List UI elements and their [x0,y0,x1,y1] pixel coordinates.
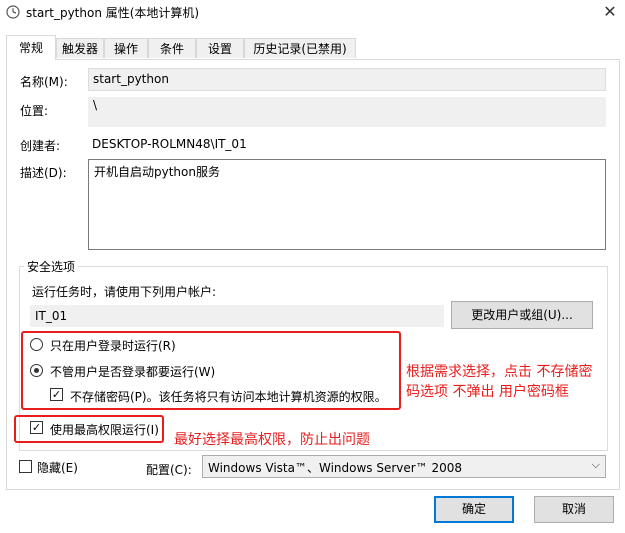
description-textarea[interactable]: 开机自启动python服务 [88,159,606,250]
ok-button[interactable]: 确定 [434,496,514,523]
name-label: 名称(M): [20,75,68,89]
name-field[interactable]: start_python [88,68,606,91]
run-as-label: 运行任务时，请使用下列用户帐户: [32,285,217,299]
annotation-note-1-line1: 根据需求选择，点击 不存储密 [406,364,593,380]
change-user-button[interactable]: 更改用户或组(U)... [451,301,593,329]
annotation-note-2: 最好选择最高权限，防止出问题 [174,432,370,448]
config-select-value: Windows Vista™、Windows Server™ 2008 [208,461,463,475]
title-bar: start_python 属性(本地计算机) ✕ [0,0,625,26]
config-label: 配置(C): [146,463,192,477]
clock-task-icon [6,5,20,19]
tab-settings[interactable]: 设置 [196,38,244,58]
hidden-label[interactable]: 隐藏(E) [37,459,78,476]
chevron-down-icon: ⌵ [591,458,600,471]
tab-actions[interactable]: 操作 [104,38,148,58]
radio-whether-label[interactable]: 不管用户是否登录都要运行(W) [50,363,215,380]
config-select[interactable]: Windows Vista™、Windows Server™ 2008 ⌵ [202,455,606,478]
close-button[interactable]: ✕ [596,0,624,24]
close-icon: ✕ [603,2,617,21]
checkbox-highest-privileges[interactable]: ✓ [30,421,43,434]
checkmark-icon: ✓ [51,388,62,401]
author-label: 创建者: [20,139,61,153]
location-field: \ [88,97,606,127]
window-title: start_python 属性(本地计算机) [26,6,200,20]
checkbox-no-store-password[interactable]: ✓ [50,388,63,401]
radio-selected-dot [34,368,39,373]
cancel-button[interactable]: 取消 [534,496,614,523]
location-label: 位置: [20,104,49,118]
tab-triggers[interactable]: 触发器 [56,38,104,58]
checkmark-icon: ✓ [31,421,42,434]
radio-whether-logged-on[interactable] [30,364,43,377]
radio-logged-on-label[interactable]: 只在用户登录时运行(R) [50,337,176,354]
no-store-password-label[interactable]: 不存储密码(P)。该任务将只有访问本地计算机资源的权限。 [70,388,387,405]
tab-general[interactable]: 常规 [6,35,56,60]
security-options-title: 安全选项 [24,258,79,275]
annotation-note-1: 根据需求选择，点击 不存储密 码选项 不弹出 用户密码框 [406,362,592,402]
description-label: 描述(D): [20,166,67,180]
checkbox-hidden[interactable] [19,460,32,473]
user-account-field: IT_01 [30,305,444,327]
radio-logged-on-only[interactable] [30,338,43,351]
annotation-note-1-line2: 码选项 不弹出 用户密码框 [406,384,569,400]
author-value: DESKTOP-ROLMN48\IT_01 [92,137,247,151]
tab-history[interactable]: 历史记录(已禁用) [244,38,356,58]
highest-privileges-label[interactable]: 使用最高权限运行(I) [50,421,159,438]
tab-conditions[interactable]: 条件 [148,38,196,58]
